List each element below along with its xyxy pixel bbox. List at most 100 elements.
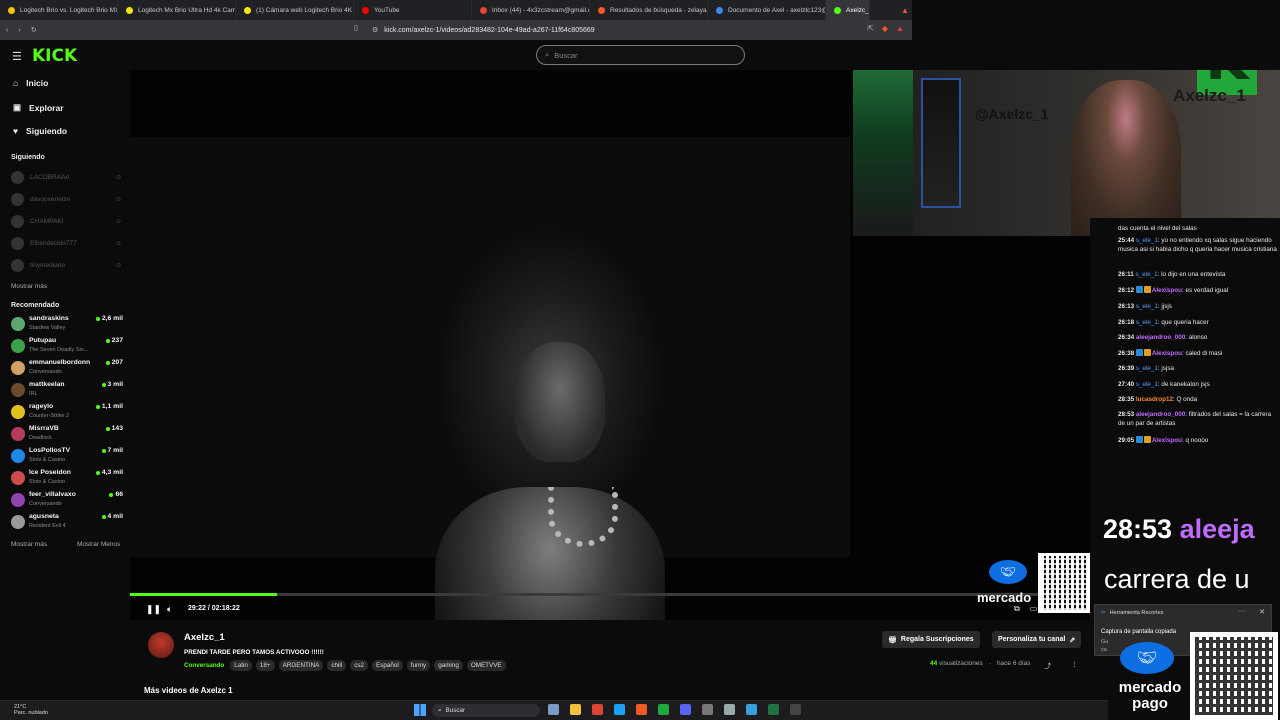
viewer-count: 2,6 mil [95, 315, 123, 322]
customize-channel-button[interactable]: Personaliza tu canal ⇗ [992, 631, 1082, 648]
recommended-item[interactable]: LosPollosTV Slots & Casino 7 mil [11, 446, 123, 466]
chat-username[interactable]: s_ele_1 [1136, 319, 1158, 326]
tab-overflow-icon[interactable]: ▲ [898, 0, 912, 20]
terminal-icon[interactable] [790, 704, 801, 715]
browser-tab[interactable]: Documento de Axel - axelztc123@g [708, 0, 826, 20]
task-view-icon[interactable] [548, 704, 559, 715]
reload-icon[interactable]: ↻ [31, 26, 37, 34]
share-icon[interactable]: ⤴ [1045, 660, 1052, 670]
pause-icon[interactable]: ❚❚ [146, 604, 161, 615]
following-item[interactable]: LACOBRAAA ⊘ [11, 170, 121, 184]
back-icon[interactable]: ‹ [6, 27, 8, 34]
toast-title: Herramienta Recortes [1109, 610, 1164, 616]
settings-icon[interactable] [724, 704, 735, 715]
progress-bar[interactable] [130, 593, 1090, 596]
recommended-item[interactable]: rageylo Counter-Strike 2 1,1 mil [11, 402, 123, 422]
tag-chip[interactable]: OMETVVE [466, 660, 506, 671]
chat-username[interactable]: aleejandroo_000 [1136, 334, 1185, 341]
category-link[interactable]: Conversando [184, 662, 224, 669]
following-item[interactable]: davooxeneize ⊘ [11, 192, 121, 206]
chat-username[interactable]: Alexispou [1152, 287, 1182, 294]
recommended-item[interactable]: Ice Poseidon Slots & Casino 4,3 mil [11, 468, 123, 488]
brave-shield-icon[interactable]: ◆ [882, 24, 888, 33]
video-frame [130, 137, 850, 620]
kick-logo[interactable]: KICK [32, 46, 77, 66]
channel-avatar[interactable] [148, 632, 174, 658]
viewer-count-value: 237 [111, 337, 123, 344]
chat-username[interactable]: lucasdrop12 [1136, 396, 1173, 403]
file-explorer-icon[interactable] [570, 704, 581, 715]
recommended-item[interactable]: sandraskins Stardew Valley 2,6 mil [11, 314, 123, 334]
channel-name[interactable]: Axelzc_1 [184, 632, 225, 643]
following-item[interactable]: CHAMPAKI ⊘ [11, 214, 121, 228]
brave-icon[interactable] [636, 704, 647, 715]
recommended-item[interactable]: emmanuelbordonn Conversando 207 [11, 358, 123, 378]
zoom-message-text: carrera de u [1104, 564, 1250, 594]
browser-tab[interactable]: Logitech Mx Brio Ultra Hd 4k Camara [118, 0, 236, 20]
browser-tab[interactable]: (1) Cámara web Logitech Brio 4K 90f [236, 0, 354, 20]
excel-icon[interactable] [768, 704, 779, 715]
chat-username[interactable]: Alexispou [1152, 437, 1182, 444]
xbox-icon[interactable] [658, 704, 669, 715]
recommended-item[interactable]: feer_villalvaxo Conversando 66 [11, 490, 123, 510]
url-field[interactable]: ⚙ kick.com/axelzc-1/videos/ad283482-104e… [372, 23, 862, 37]
chat-username[interactable]: aleejandroo_000 [1136, 411, 1185, 418]
browser-tab[interactable]: Inbox (44) - 4x3zcstream@gmail.com [472, 0, 590, 20]
notepad-icon[interactable] [746, 704, 757, 715]
nav-home[interactable]: ⌂ Inicio [13, 78, 48, 88]
chat-username[interactable]: s_ele_1 [1136, 237, 1158, 244]
tag-chip[interactable]: Español [372, 660, 403, 671]
tag-chip[interactable]: 18+ [255, 660, 275, 671]
taskbar-search[interactable]: ⌕ Buscar [432, 704, 540, 717]
streamer-name: sandraskins [29, 315, 69, 322]
subscriber-badge-icon [1143, 286, 1151, 293]
tag-chip[interactable]: Latin [230, 660, 252, 671]
chrome-icon[interactable] [592, 704, 603, 715]
chat-username[interactable]: s_ele_1 [1136, 303, 1158, 310]
search-input[interactable]: ⌕ Buscar [536, 45, 745, 65]
following-item[interactable]: Elbendecido777 ⊘ [11, 236, 121, 250]
recommended-item[interactable]: MisrraVB Deadlock 143 [11, 424, 123, 444]
streamer-name: mattkeelan [29, 381, 65, 388]
chat-username[interactable]: Alexispou [1152, 350, 1182, 357]
chat-username[interactable]: s_ele_1 [1136, 381, 1158, 388]
tag-chip[interactable]: ARGENTINA [278, 660, 324, 671]
forward-icon[interactable]: › [18, 27, 20, 34]
browser-tab[interactable]: Logitech Brio vs. Logitech Brio MX - [0, 0, 118, 20]
bookmark-icon[interactable]: ▯ [354, 24, 358, 32]
close-icon[interactable]: ✕ [1259, 608, 1265, 616]
recommended-item[interactable]: mattkeelan IRL 3 mil [11, 380, 123, 400]
tag-chip[interactable]: funny [406, 660, 431, 671]
recommended-item[interactable]: Putupau The Seven Deadly Sin... 237 [11, 336, 123, 356]
tag-chip[interactable]: chill [327, 660, 347, 671]
show-less-recommended[interactable]: Mostrar Menos [77, 541, 120, 548]
rewards-icon[interactable]: ▲ [896, 24, 904, 33]
browser-tab[interactable]: YouTube [354, 0, 472, 20]
nav-following[interactable]: ♥ Siguiendo [13, 126, 67, 136]
show-more-recommended[interactable]: Mostrar más [11, 541, 47, 548]
site-info-icon[interactable]: ⚙ [372, 26, 378, 34]
more-icon[interactable]: ··· [1238, 608, 1245, 615]
windows-start-icon[interactable] [414, 704, 426, 716]
following-item[interactable]: tinymediano ⊘ [11, 258, 121, 272]
chat-username[interactable]: s_ele_1 [1136, 271, 1158, 278]
share-icon[interactable]: ⇱ [867, 24, 874, 33]
volume-icon[interactable]: 🔈︎ [167, 604, 172, 615]
weather-widget[interactable]: 21°C Parc. nublado [14, 704, 48, 716]
obs-icon[interactable] [702, 704, 713, 715]
gift-subs-button[interactable]: 🎁︎ Regala Suscripciones [882, 631, 980, 648]
edge-icon[interactable] [614, 704, 625, 715]
streamer-name: rageylo [29, 403, 54, 410]
more-options-icon[interactable]: ⋮ [1071, 660, 1078, 670]
tag-chip[interactable]: cs2 [350, 660, 369, 671]
views-count: 44 [930, 660, 938, 667]
browser-tab[interactable]: Axelzc_1 [826, 0, 870, 20]
show-more-following[interactable]: Mostrar más [11, 283, 47, 290]
recommended-item[interactable]: agusneta Resident Evil 4 4 mil [11, 512, 123, 532]
nav-explore[interactable]: ▣ Explorar [13, 102, 64, 113]
tag-chip[interactable]: gaming [434, 660, 463, 671]
chat-username[interactable]: s_ele_1 [1136, 365, 1158, 372]
discord-icon[interactable] [680, 704, 691, 715]
menu-icon[interactable]: ☰ [12, 50, 22, 63]
browser-tab[interactable]: Resultados de búsqueda - zelayaaxe [590, 0, 708, 20]
